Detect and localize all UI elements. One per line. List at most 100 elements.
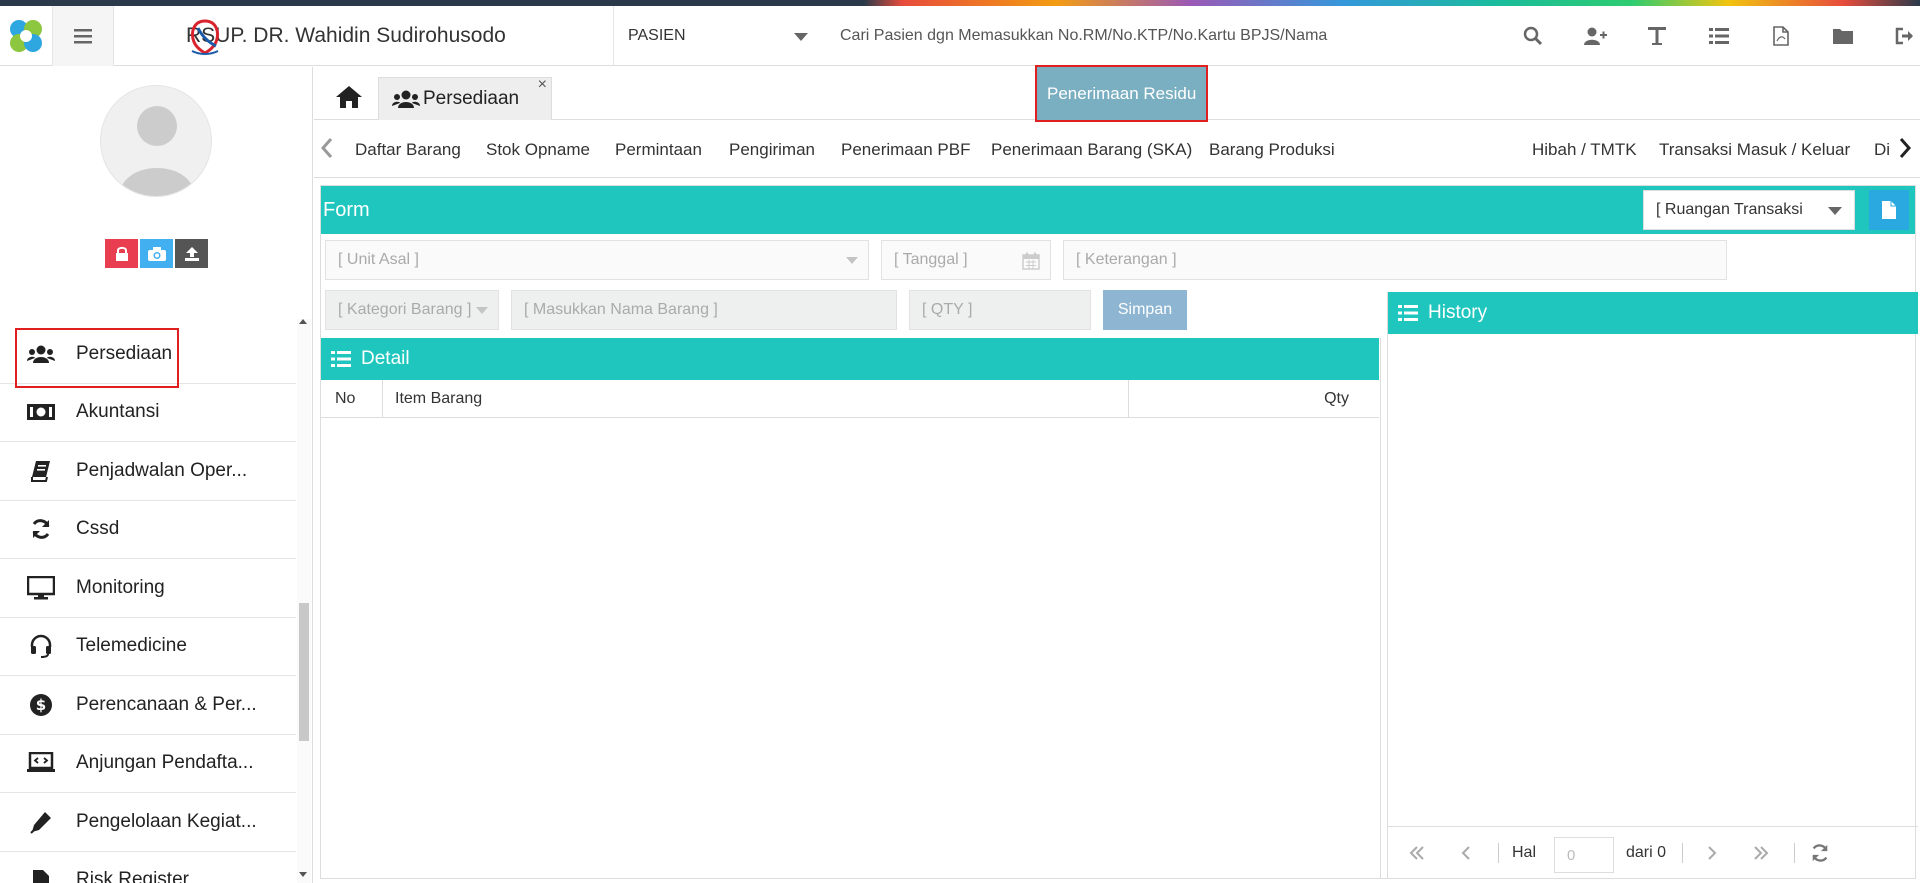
sidebar-item-label: Telemedicine [76,635,187,657]
chevron-right-icon[interactable] [1898,137,1912,159]
scroll-down-arrow-icon[interactable] [299,872,307,877]
qty-placeholder: [ QTY ] [922,301,973,318]
page-number-input[interactable]: 0 [1554,837,1614,873]
hospital-logo-icon [190,19,220,55]
patient-type-value: PASIEN [628,27,686,44]
close-tab-icon[interactable]: × [538,76,547,94]
simpan-button[interactable]: Simpan [1103,290,1187,330]
sidebar-item-label: Risk Register [76,869,189,883]
kategori-barang-select[interactable]: [ Kategori Barang ] [325,290,499,330]
sidebar-item-label: Akuntansi [76,401,160,423]
sidebar-item-perencanaan[interactable]: $ Perencanaan & Per... [0,676,296,735]
form-panel: Form [ Ruangan Transaksi [ Unit Asal ] [… [320,185,1918,879]
lock-button[interactable] [105,239,138,268]
tab-persediaan[interactable]: Persediaan × [378,76,552,120]
logout-icon [1895,27,1913,45]
qty-input[interactable]: [ QTY ] [909,290,1091,330]
add-user-button[interactable] [1564,26,1626,46]
sidebar-item-pengelolaan-kegiatan[interactable]: Pengelolaan Kegiat... [0,793,296,852]
upload-button[interactable] [175,239,208,268]
patient-type-select[interactable]: PASIEN [614,6,820,66]
ruangan-transaksi-select[interactable]: [ Ruangan Transaksi [1643,190,1855,230]
patient-search-input[interactable]: Cari Pasien dgn Memasukkan No.RM/No.KTP/… [840,6,1327,66]
list-icon [1709,28,1729,44]
subtab-permintaan[interactable]: Permintaan [615,121,702,178]
text-button[interactable] [1626,26,1688,46]
sidebar-item-monitoring[interactable]: Monitoring [0,559,296,618]
top-bar: RSUP. DR. Wahidin Sudirohusodo PASIEN Ca… [0,6,1920,66]
pager-separator [1794,843,1795,863]
keterangan-placeholder: [ Keterangan ] [1076,251,1177,268]
hamburger-icon [74,29,92,44]
nama-barang-input[interactable]: [ Masukkan Nama Barang ] [511,290,897,330]
nama-barang-placeholder: [ Masukkan Nama Barang ] [524,301,718,318]
folder-button[interactable] [1812,27,1874,45]
refresh-button[interactable] [1810,827,1830,879]
sidebar-item-label: Pengelolaan Kegiat... [76,810,257,832]
sidebar-item-risk-register[interactable]: Risk Register [0,852,296,883]
subtab-hibah-tmtk[interactable]: Hibah / TMTK [1532,121,1637,178]
subtab-stok-opname[interactable]: Stok Opname [486,121,590,178]
subtab-transaksi-masuk-keluar[interactable]: Transaksi Masuk / Keluar [1659,121,1850,178]
sidebar-item-telemedicine[interactable]: Telemedicine [0,618,296,676]
svg-text:$: $ [36,696,46,714]
history-pager: Hal 0 dari 0 [1388,826,1918,878]
keterangan-input[interactable]: [ Keterangan ] [1063,240,1727,280]
history-panel: History Hal 0 dari 0 [1387,292,1918,878]
subtab-barang-produksi[interactable]: Barang Produksi [1209,121,1335,178]
tanggal-input[interactable]: [ Tanggal ] [881,240,1051,280]
search-icon [1523,26,1543,46]
calendar-icon[interactable] [1022,252,1040,270]
monitor-icon [26,574,56,602]
app-logo[interactable] [0,6,52,66]
prev-page-button[interactable] [1460,827,1472,879]
scroll-up-arrow-icon[interactable] [299,319,307,324]
sidebar-scrollbar[interactable] [297,319,311,883]
subtab-penerimaan-barang-ska[interactable]: Penerimaan Barang (SKA) [991,121,1192,178]
home-tab[interactable] [324,77,374,117]
subtab-daftar-barang[interactable]: Daftar Barang [355,121,461,178]
camera-icon [147,246,166,261]
list-button[interactable] [1688,27,1750,45]
page-count-label: dari 0 [1626,844,1667,861]
new-document-button[interactable] [1869,190,1909,230]
last-page-button[interactable] [1752,827,1770,879]
double-chevron-left-icon [1409,846,1424,860]
sidebar-item-label: Anjungan Pendafta... [76,752,254,774]
next-page-button[interactable] [1706,827,1718,879]
pdf-button[interactable] [1750,26,1812,46]
subtab-more[interactable]: Di [1874,121,1890,178]
column-header-qty[interactable]: Qty [1129,380,1379,418]
sidebar-item-label: Penjadwalan Oper... [76,459,248,481]
refresh-icon [1812,844,1828,862]
sidebar-item-akuntansi[interactable]: Akuntansi [0,384,296,442]
unit-asal-select[interactable]: [ Unit Asal ] [325,240,869,280]
sidebar-item-label: Cssd [76,518,120,540]
search-button[interactable] [1502,26,1564,46]
sidebar-item-penjadwalan-operasi[interactable]: Penjadwalan Oper... [0,442,296,501]
hamburger-menu-button[interactable] [52,6,114,66]
camera-button[interactable] [140,239,173,268]
unit-asal-placeholder: [ Unit Asal ] [338,251,419,268]
headset-icon [26,632,56,660]
pen-icon [26,808,56,836]
detail-header: Detail [321,338,1379,380]
first-page-button[interactable] [1408,827,1426,879]
sidebar-item-cssd[interactable]: Cssd [0,501,296,559]
logout-button[interactable] [1874,27,1920,45]
book-icon [26,457,56,485]
avatar [100,85,212,197]
sidebar-item-anjungan[interactable]: Anjungan Pendafta... [0,735,296,793]
chevron-down-icon [476,307,488,314]
folder-icon [1833,29,1853,44]
chevron-down-icon [1828,207,1842,215]
sidebar-scroll-thumb[interactable] [299,603,309,741]
chevron-left-icon[interactable] [320,137,334,159]
subtab-penerimaan-residu[interactable]: Penerimaan Residu [1035,65,1209,122]
column-header-no[interactable]: No [321,380,383,418]
refresh-icon [26,515,56,543]
subtab-pengiriman[interactable]: Pengiriman [729,121,815,178]
column-header-item-barang[interactable]: Item Barang [383,380,1129,418]
avatar-actions [105,239,208,268]
subtab-penerimaan-pbf[interactable]: Penerimaan PBF [841,121,970,178]
